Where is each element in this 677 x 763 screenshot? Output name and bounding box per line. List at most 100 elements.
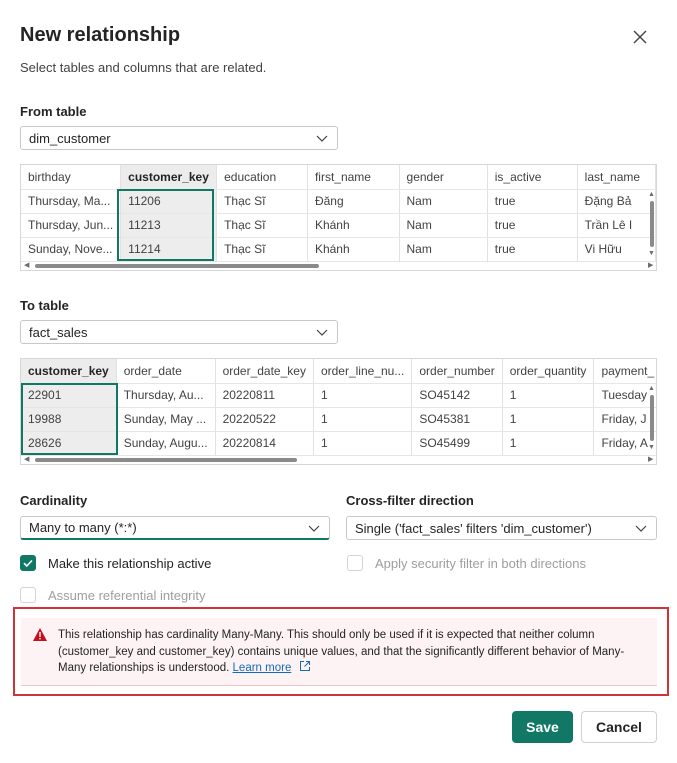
cardinality-value: Many to many (*:*) xyxy=(29,520,137,535)
column-header[interactable]: order_line_nu... xyxy=(313,359,413,384)
from-table-value: dim_customer xyxy=(29,130,111,146)
cardinality-dropdown[interactable]: Many to many (*:*) xyxy=(20,516,330,540)
table-cell[interactable]: 1 xyxy=(502,431,595,456)
to-table-preview-grid[interactable]: customer_key order_date order_date_key orde… xyxy=(20,358,657,465)
table-cell[interactable]: SO45142 xyxy=(411,383,503,408)
table-cell[interactable]: Nam xyxy=(399,189,488,214)
to-table-dropdown[interactable]: fact_sales xyxy=(20,320,338,344)
from-table-dropdown[interactable]: dim_customer xyxy=(20,126,338,150)
learn-more-link[interactable]: Learn more xyxy=(233,662,292,674)
table-cell[interactable]: Thạc Sĩ xyxy=(216,189,308,214)
table-cell[interactable]: 22901 xyxy=(21,383,117,408)
table-cell[interactable]: 1 xyxy=(313,431,413,456)
table-cell[interactable]: Nam xyxy=(399,237,488,262)
column-header[interactable]: payment_ xyxy=(593,359,656,384)
warning-icon xyxy=(33,628,47,641)
make-active-checkbox[interactable] xyxy=(20,555,36,571)
table-cell[interactable]: Sunday, Nove... xyxy=(21,237,122,262)
table-cell[interactable]: SO45499 xyxy=(411,431,503,456)
table-cell[interactable]: Đặng Bả xyxy=(577,189,656,214)
table-row: 22901 Thursday, Au... 20220811 1 SO45142 1 Tue… xyxy=(21,383,656,408)
table-cell[interactable]: 1 xyxy=(502,383,595,408)
cross-filter-label: Cross-filter direction xyxy=(346,493,474,508)
table-cell[interactable]: Vi Hữu xyxy=(577,237,656,262)
table-cell[interactable]: 28626 xyxy=(21,431,117,456)
vertical-scrollbar[interactable] xyxy=(650,395,654,441)
from-table-label: From table xyxy=(20,104,87,119)
save-button[interactable]: Save xyxy=(512,711,573,743)
table-cell[interactable]: 19988 xyxy=(21,407,117,432)
table-cell[interactable]: Đăng xyxy=(307,189,400,214)
security-filter-checkbox[interactable] xyxy=(347,555,363,571)
table-cell[interactable]: 20220522 xyxy=(215,407,314,432)
table-cell[interactable]: Thursday, Ma... xyxy=(21,189,122,214)
chevron-down-icon xyxy=(308,525,320,532)
column-header[interactable]: customer_key xyxy=(120,165,218,190)
table-cell[interactable]: Nam xyxy=(399,213,488,238)
table-cell[interactable]: Thursday, Jun... xyxy=(21,213,122,238)
open-external-icon[interactable] xyxy=(299,660,311,672)
dialog-title: New relationship xyxy=(20,24,181,46)
column-header[interactable]: order_number xyxy=(411,359,503,384)
vertical-scrollbar[interactable] xyxy=(650,201,654,247)
column-header[interactable]: gender xyxy=(399,165,488,190)
close-icon[interactable] xyxy=(630,27,650,47)
table-row: Thursday, Ma... 11206 Thạc Sĩ Đăng Nam true Đặ… xyxy=(21,189,656,214)
table-cell[interactable]: Thạc Sĩ xyxy=(216,213,308,238)
table-cell[interactable]: 11214 xyxy=(120,237,218,262)
table-cell[interactable]: Thạc Sĩ xyxy=(216,237,308,262)
from-table-preview-grid[interactable]: birthday customer_key education first_name g… xyxy=(20,164,657,271)
scroll-right-arrow[interactable]: ▶ xyxy=(648,456,653,464)
chevron-down-icon xyxy=(635,525,647,532)
table-row: 19988 Sunday, May ... 20220522 1 SO45381 1 Fri… xyxy=(21,407,656,432)
scroll-up-arrow[interactable]: ▲ xyxy=(648,191,655,199)
chevron-down-icon xyxy=(316,135,328,142)
table-cell[interactable]: 20220814 xyxy=(215,431,314,456)
table-cell[interactable]: Khánh xyxy=(307,237,400,262)
scroll-down-arrow[interactable]: ▼ xyxy=(648,444,655,452)
table-cell[interactable]: 11206 xyxy=(120,189,218,214)
column-header[interactable]: is_active xyxy=(487,165,578,190)
table-cell[interactable]: true xyxy=(487,237,578,262)
column-header[interactable]: order_date xyxy=(116,359,216,384)
column-header[interactable]: birthday xyxy=(21,165,122,190)
cross-filter-value: Single ('fact_sales' filters 'dim_custom… xyxy=(355,520,592,536)
scroll-right-arrow[interactable]: ▶ xyxy=(648,262,653,270)
table-cell[interactable]: SO45381 xyxy=(411,407,503,432)
table-cell[interactable]: 20220811 xyxy=(215,383,314,408)
horizontal-scrollbar[interactable] xyxy=(35,264,319,268)
referential-integrity-checkbox[interactable] xyxy=(20,587,36,603)
column-header[interactable]: order_date_key xyxy=(215,359,314,384)
make-active-label: Make this relationship active xyxy=(48,556,212,571)
table-cell[interactable]: true xyxy=(487,189,578,214)
table-cell[interactable]: 1 xyxy=(313,383,413,408)
to-table-label: To table xyxy=(20,298,69,313)
to-table-value: fact_sales xyxy=(29,324,88,340)
scroll-left-arrow[interactable]: ◀ xyxy=(24,456,29,464)
scroll-left-arrow[interactable]: ◀ xyxy=(24,262,29,270)
scroll-down-arrow[interactable]: ▼ xyxy=(648,250,655,258)
scroll-up-arrow[interactable]: ▲ xyxy=(648,385,655,393)
table-cell[interactable]: 1 xyxy=(313,407,413,432)
column-header[interactable]: customer_key xyxy=(21,359,117,384)
table-cell[interactable]: Thursday, Au... xyxy=(116,383,216,408)
column-header[interactable]: last_name xyxy=(577,165,656,190)
table-header-row: birthday customer_key education first_name g… xyxy=(21,165,656,190)
column-header[interactable]: order_quantity xyxy=(502,359,595,384)
column-header[interactable]: education xyxy=(216,165,308,190)
table-cell[interactable]: Khánh xyxy=(307,213,400,238)
column-header[interactable]: first_name xyxy=(307,165,400,190)
table-cell[interactable]: Sunday, May ... xyxy=(116,407,216,432)
checkmark-icon xyxy=(23,559,33,568)
cancel-button[interactable]: Cancel xyxy=(581,711,657,743)
table-cell[interactable]: Sunday, Augu... xyxy=(116,431,216,456)
warning-message: This relationship has cardinality Many-M… xyxy=(58,627,650,677)
table-cell[interactable]: Trần Lê I xyxy=(577,213,656,238)
cardinality-label: Cardinality xyxy=(20,493,88,508)
cross-filter-dropdown[interactable]: Single ('fact_sales' filters 'dim_custom… xyxy=(346,516,657,540)
table-cell[interactable]: true xyxy=(487,213,578,238)
horizontal-scrollbar[interactable] xyxy=(35,458,297,462)
table-cell[interactable]: Friday, J xyxy=(593,407,656,432)
table-cell[interactable]: 11213 xyxy=(120,213,218,238)
table-cell[interactable]: 1 xyxy=(502,407,595,432)
